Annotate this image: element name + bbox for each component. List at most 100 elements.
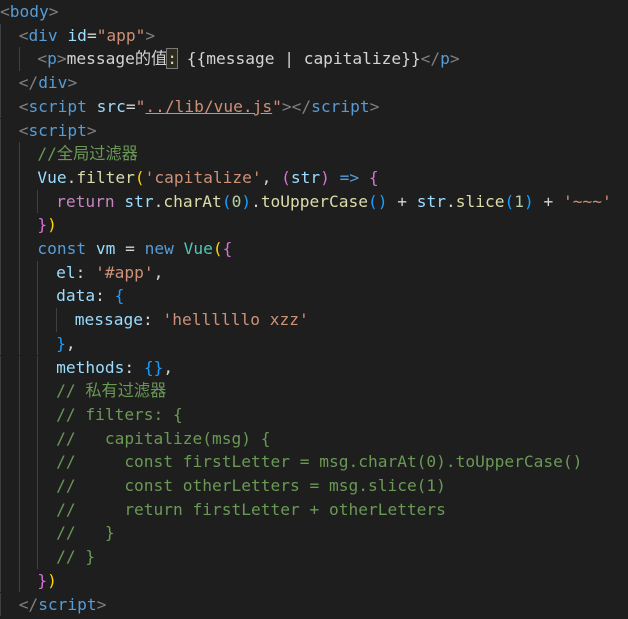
code-line[interactable]: return str.charAt(0).toUpperCase() + str… [56, 190, 612, 214]
indent-guide [18, 237, 20, 261]
code-line[interactable]: // } [56, 521, 114, 545]
code-line[interactable]: // const otherLetters = msg.slice(1) [56, 474, 446, 498]
indent-guide [0, 260, 1, 285]
code-token: = [115, 239, 145, 258]
code-token: > [369, 96, 380, 116]
indent-guide [0, 23, 1, 48]
code-token: </ [420, 49, 441, 69]
code-line[interactable]: </div> [19, 71, 78, 95]
code-token: src [96, 96, 126, 116]
code-token: // return firstLetter + otherLetters [56, 499, 446, 519]
code-token: < [18, 25, 29, 45]
code-line[interactable]: <p>message的值: {{message | capitalize}}</… [37, 47, 460, 71]
code-line[interactable]: // return firstLetter + otherLetters [56, 498, 446, 522]
indent-guide [37, 331, 39, 356]
code-token: toUpperCase [260, 191, 369, 211]
code-line[interactable]: }) [37, 569, 57, 593]
code-token: filter [76, 167, 135, 187]
code-token: ) [47, 570, 57, 590]
code-line[interactable]: }) [37, 213, 57, 237]
indent-guide [0, 592, 1, 617]
indent-guide [37, 260, 39, 285]
code-token: > [67, 73, 78, 93]
code-token: el [56, 262, 76, 282]
code-token: Vue [37, 167, 67, 187]
indent-guide [18, 355, 20, 380]
code-token: 'capitalize' [144, 167, 262, 187]
code-token: { [114, 286, 125, 306]
code-token: . [66, 167, 77, 187]
indent-guide [0, 165, 1, 190]
code-line[interactable]: <div id="app"> [19, 24, 155, 48]
code-token: data [56, 286, 96, 306]
code-line[interactable]: // filters: { [56, 403, 183, 427]
code-line[interactable]: </script> [19, 593, 107, 617]
indent-guide [0, 331, 1, 356]
code-line[interactable]: <script src="../lib/vue.js"></script> [19, 95, 380, 119]
code-token: charAt [163, 191, 222, 211]
indent-guide [37, 189, 39, 214]
code-token: 0 [231, 191, 242, 211]
code-token: </ [291, 96, 312, 116]
code-line[interactable]: el: '#app', [56, 261, 163, 285]
code-token: => [329, 167, 369, 187]
indent-guide [0, 497, 1, 522]
code-line[interactable]: // } [56, 545, 95, 569]
indent-guide [37, 545, 39, 569]
code-token: , [65, 333, 76, 353]
code-line[interactable]: // 私有过滤器 [56, 379, 166, 403]
code-token: script [28, 96, 87, 116]
code-token: } [37, 215, 48, 235]
code-token: > [86, 120, 97, 140]
code-token: < [0, 2, 10, 21]
code-token: '~~~' [563, 191, 612, 211]
indent-guide [37, 284, 39, 309]
code-token: = [125, 96, 136, 116]
code-token: ) [320, 167, 330, 187]
indent-guide [37, 426, 39, 451]
code-line[interactable]: <body> [0, 0, 58, 24]
code-token: = [86, 25, 97, 45]
indent-guide [37, 450, 39, 474]
code-token: } [37, 570, 48, 590]
code-line[interactable]: Vue.filter('capitalize', (str) => { [37, 166, 378, 190]
code-token: " [272, 96, 282, 116]
code-token: vm [95, 239, 116, 258]
code-token: : [166, 48, 178, 70]
code-token: div [38, 73, 68, 93]
code-line[interactable]: // capitalize(msg) { [56, 427, 270, 451]
code-token: "app" [96, 25, 146, 45]
code-token: : [124, 357, 144, 377]
code-line[interactable]: }, [56, 332, 76, 356]
indent-guide [0, 355, 1, 380]
indent-guide [18, 47, 20, 72]
indent-guide [18, 521, 20, 546]
code-line[interactable]: // const firstLetter = msg.charAt(0).toU… [56, 450, 582, 474]
indent-guide [18, 260, 20, 285]
code-token: ../lib/vue.js [145, 96, 273, 116]
code-token: body [9, 2, 49, 21]
code-token: str [416, 191, 447, 211]
code-line[interactable]: const vm = new Vue({ [37, 237, 232, 261]
code-line[interactable]: <script> [19, 119, 97, 143]
indent-guide [0, 402, 1, 427]
code-token: p [47, 49, 57, 69]
code-token: slice [455, 191, 505, 211]
code-line[interactable]: //全局过滤器 [37, 142, 137, 166]
code-token: . [446, 191, 456, 211]
code-line[interactable]: data: { [56, 284, 124, 308]
code-token: > [449, 49, 460, 69]
code-token: // const firstLetter = msg.charAt(0).toU… [56, 452, 583, 472]
code-editor[interactable]: <body> <div id="app"> <p>message的值: {{mess… [0, 0, 628, 619]
code-line[interactable]: message: 'hellllllo xzz' [75, 308, 309, 332]
code-line[interactable]: methods: {}, [56, 356, 173, 380]
indent-guide [37, 308, 39, 332]
code-token: " [135, 96, 146, 116]
indent-guide [0, 47, 1, 72]
code-token: ) [47, 215, 57, 235]
code-token: </ [18, 73, 39, 93]
code-token: str [124, 191, 154, 211]
code-token: > [96, 594, 107, 614]
